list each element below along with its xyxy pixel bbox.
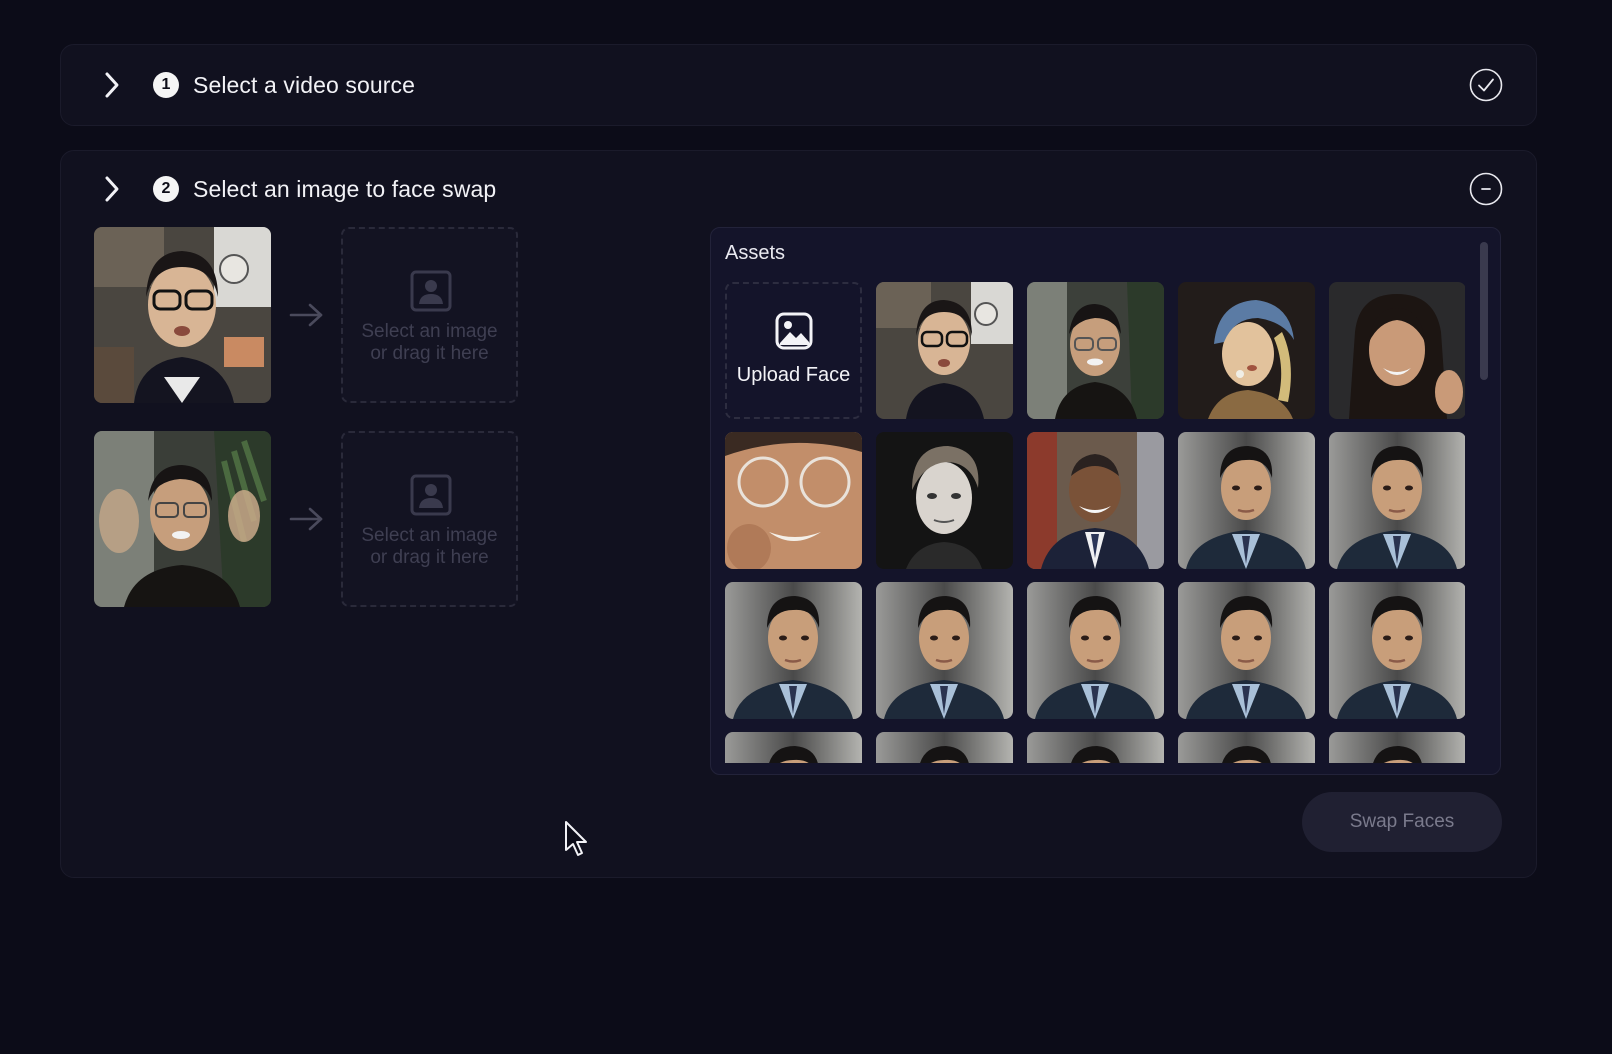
arrow-right-icon xyxy=(289,301,325,329)
chevron-right-icon[interactable] xyxy=(101,175,123,203)
step-2-panel: 2 Select an image to face swap Select an… xyxy=(60,150,1537,878)
asset-thumbnail[interactable] xyxy=(725,582,862,719)
asset-thumbnail[interactable] xyxy=(725,732,862,763)
step-number-badge: 1 xyxy=(153,72,179,98)
step-title: Select an image to face swap xyxy=(193,175,497,202)
upload-face-label: Upload Face xyxy=(736,364,851,386)
user-image-icon xyxy=(410,270,452,312)
asset-thumbnail[interactable] xyxy=(1329,432,1465,569)
swap-faces-button[interactable]: Swap Faces xyxy=(1302,792,1502,852)
asset-thumbnail[interactable] xyxy=(876,732,1013,763)
assets-panel: Assets Upload Face xyxy=(710,227,1501,775)
dropzone-placeholder: Select an image or drag it here xyxy=(361,525,498,568)
asset-thumbnail[interactable] xyxy=(1178,582,1315,719)
minus-circle-icon xyxy=(1469,172,1503,206)
dropzone-placeholder: Select an image or drag it here xyxy=(361,321,498,364)
asset-thumbnail[interactable] xyxy=(876,582,1013,719)
source-face-thumbnail xyxy=(94,431,271,607)
target-image-dropzone[interactable]: Select an image or drag it here xyxy=(341,431,518,607)
target-image-dropzone[interactable]: Select an image or drag it here xyxy=(341,227,518,403)
image-upload-icon xyxy=(775,312,813,350)
face-mapping-row: Select an image or drag it here xyxy=(94,227,518,403)
arrow-right-icon xyxy=(289,505,325,533)
asset-thumbnail[interactable] xyxy=(725,432,862,569)
assets-title: Assets xyxy=(725,242,786,264)
check-circle-icon xyxy=(1469,68,1503,102)
face-mapping-row: Select an image or drag it here xyxy=(94,431,518,607)
step-1-header[interactable]: 1 Select a video source xyxy=(101,67,1503,103)
upload-face-button[interactable]: Upload Face xyxy=(725,282,862,419)
asset-thumbnail[interactable] xyxy=(1027,582,1164,719)
mouse-cursor-icon xyxy=(564,820,590,858)
user-image-icon xyxy=(410,474,452,516)
asset-thumbnail[interactable] xyxy=(1178,732,1315,763)
asset-thumbnail[interactable] xyxy=(1329,732,1465,763)
assets-scrollbar[interactable] xyxy=(1480,242,1488,380)
asset-thumbnail[interactable] xyxy=(1329,282,1465,419)
source-face-thumbnail xyxy=(94,227,271,403)
step-1-panel: 1 Select a video source xyxy=(60,44,1537,126)
asset-thumbnail[interactable] xyxy=(1027,432,1164,569)
step-title: Select a video source xyxy=(193,71,416,98)
chevron-right-icon[interactable] xyxy=(101,71,123,99)
assets-grid: Upload Face xyxy=(725,282,1465,763)
asset-thumbnail[interactable] xyxy=(876,282,1013,419)
asset-thumbnail[interactable] xyxy=(1178,432,1315,569)
asset-thumbnail[interactable] xyxy=(1027,732,1164,763)
step-2-header[interactable]: 2 Select an image to face swap xyxy=(101,171,1503,207)
asset-thumbnail[interactable] xyxy=(1329,582,1465,719)
asset-thumbnail[interactable] xyxy=(1027,282,1164,419)
assets-scroll-area[interactable]: Upload Face xyxy=(725,282,1465,763)
asset-thumbnail[interactable] xyxy=(1178,282,1315,419)
asset-thumbnail[interactable] xyxy=(876,432,1013,569)
step-number-badge: 2 xyxy=(153,176,179,202)
